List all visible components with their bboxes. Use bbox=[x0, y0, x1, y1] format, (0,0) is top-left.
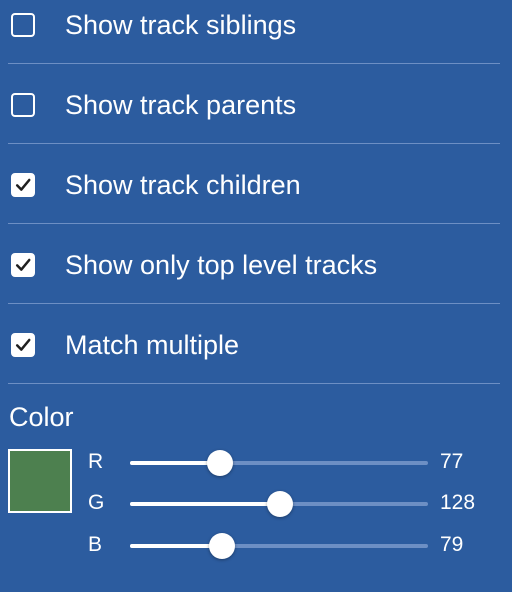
slider-thumb-g[interactable] bbox=[266, 491, 293, 517]
channel-value-b: 79 bbox=[440, 533, 464, 556]
option-show-track-siblings[interactable]: Show track siblings bbox=[0, 0, 512, 64]
show-track-children-checkbox[interactable] bbox=[11, 173, 35, 197]
show-track-parents-checkbox[interactable] bbox=[11, 93, 35, 117]
slider-thumb-r[interactable] bbox=[206, 450, 233, 476]
option-label: Show track siblings bbox=[65, 10, 297, 40]
slider-track-r[interactable] bbox=[130, 450, 428, 476]
checkmark-icon bbox=[15, 258, 31, 271]
slider-row-g: G 128 bbox=[0, 483, 512, 523]
slider-thumb-b[interactable] bbox=[209, 533, 236, 559]
channel-value-g: 128 bbox=[440, 491, 476, 514]
color-title: Color bbox=[9, 402, 74, 432]
show-track-siblings-checkbox[interactable] bbox=[11, 13, 35, 37]
channel-value-r: 77 bbox=[440, 450, 464, 473]
match-multiple-checkbox[interactable] bbox=[11, 333, 35, 357]
option-label: Match multiple bbox=[65, 330, 240, 360]
option-label: Show track children bbox=[65, 170, 301, 200]
color-section: Color R 77 G 128 B 79 bbox=[0, 384, 512, 592]
slider-row-b: B 79 bbox=[0, 525, 512, 565]
track-options-list: Show track siblings Show track parents S… bbox=[0, 0, 512, 384]
option-show-only-top-level-tracks[interactable]: Show only top level tracks bbox=[0, 224, 512, 304]
option-label: Show track parents bbox=[65, 90, 297, 120]
option-label: Show only top level tracks bbox=[65, 250, 378, 280]
channel-label-g: G bbox=[88, 491, 105, 514]
slider-row-r: R 77 bbox=[0, 442, 512, 482]
option-match-multiple[interactable]: Match multiple bbox=[0, 304, 512, 384]
channel-label-b: B bbox=[88, 533, 103, 556]
slider-track-g[interactable] bbox=[130, 491, 428, 517]
checkmark-icon bbox=[15, 178, 31, 191]
slider-track-b[interactable] bbox=[130, 533, 428, 559]
option-show-track-parents[interactable]: Show track parents bbox=[0, 64, 512, 144]
slider-fill-g bbox=[130, 502, 280, 506]
channel-label-r: R bbox=[88, 450, 104, 473]
option-show-track-children[interactable]: Show track children bbox=[0, 144, 512, 224]
checkmark-icon bbox=[15, 338, 31, 351]
show-only-top-level-tracks-checkbox[interactable] bbox=[11, 253, 35, 277]
